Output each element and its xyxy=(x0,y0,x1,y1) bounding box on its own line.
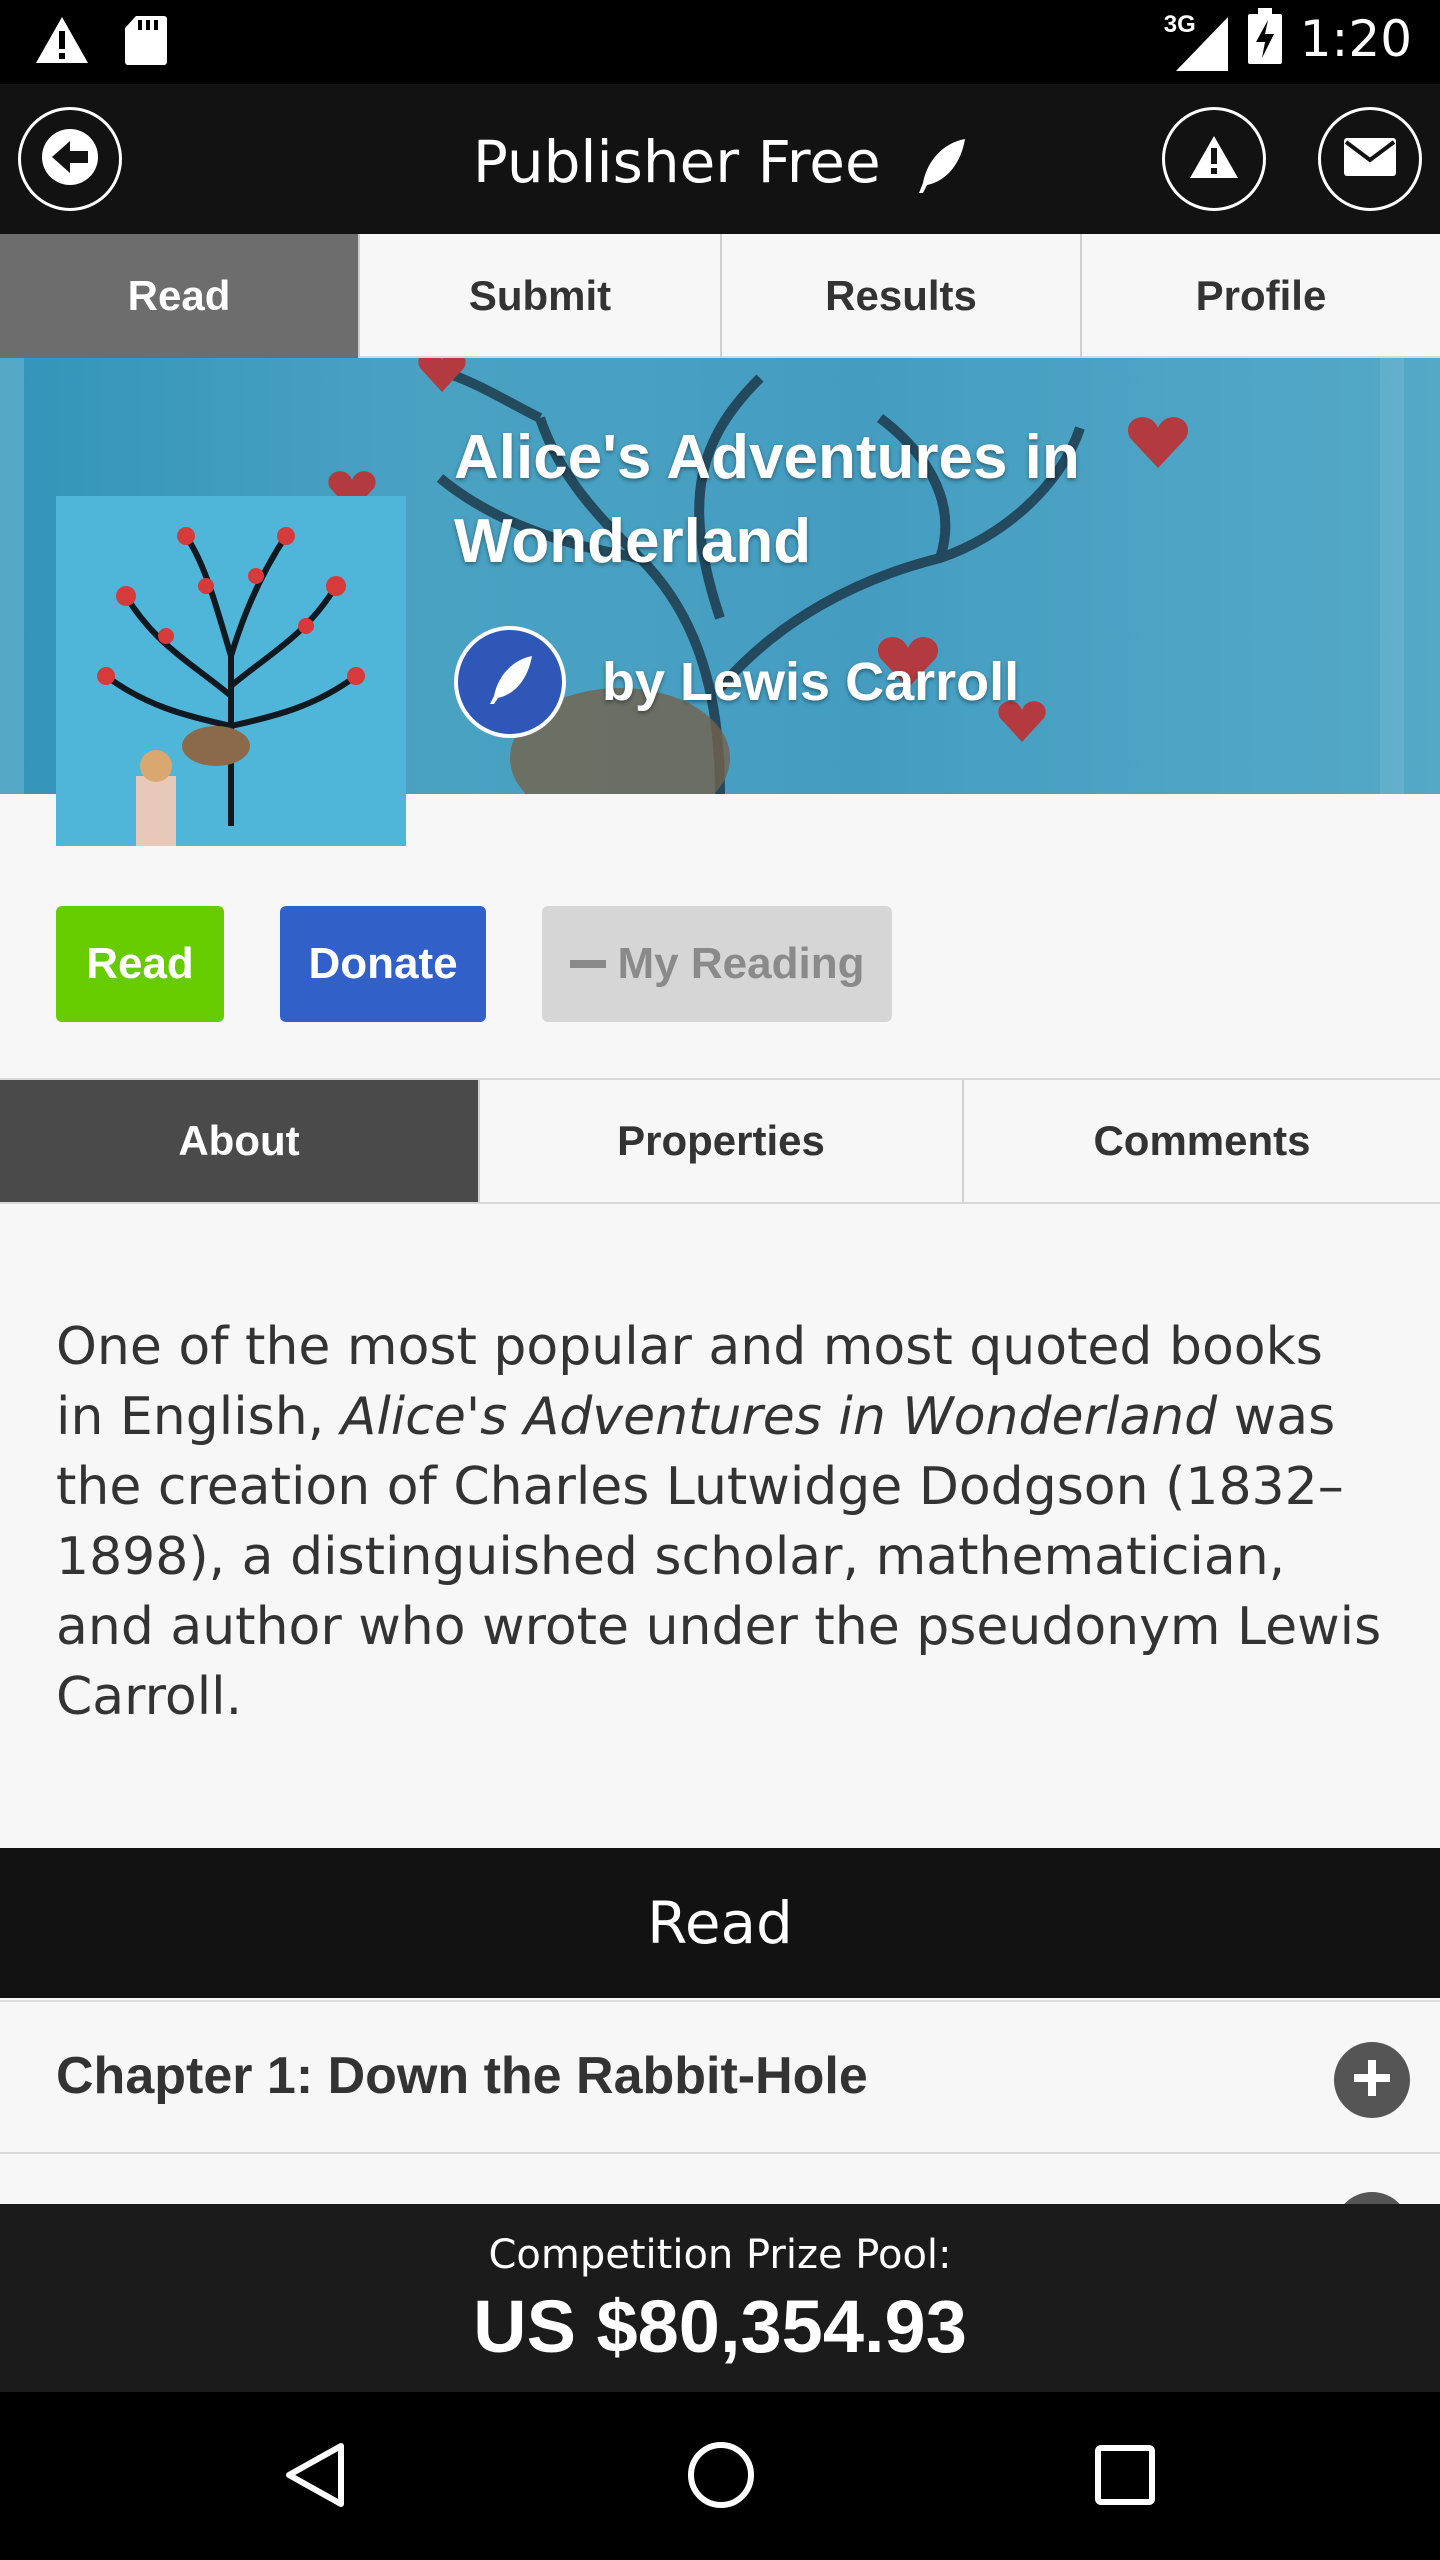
plus-icon xyxy=(1350,2056,1394,2105)
prize-pool-banner: Competition Prize Pool: US $80,354.93 xyxy=(0,2204,1440,2392)
read-button[interactable]: Read xyxy=(56,906,224,1022)
author-row[interactable]: by Lewis Carroll xyxy=(454,626,1019,738)
tab-comments[interactable]: Comments xyxy=(964,1080,1440,1202)
quill-icon xyxy=(482,652,538,713)
expand-chapter-button[interactable] xyxy=(1334,2042,1410,2118)
back-triangle-icon xyxy=(283,2440,347,2515)
status-bar: 3G 1:20 xyxy=(0,0,1440,84)
alert-button[interactable] xyxy=(1162,107,1266,211)
about-text-italic-title: Alice's Adventures in Wonderland xyxy=(340,1387,1218,1447)
mail-icon xyxy=(1344,137,1396,181)
prize-pool-value: US $80,354.93 xyxy=(473,2285,967,2368)
chapter-row-partial[interactable] xyxy=(0,2156,1440,2268)
my-reading-label: My Reading xyxy=(617,939,865,988)
alert-icon xyxy=(1188,134,1240,185)
author-avatar[interactable] xyxy=(454,626,566,738)
book-actions: Read Donate My Reading xyxy=(56,906,892,1022)
tab-properties[interactable]: Properties xyxy=(480,1080,964,1202)
book-detail-tabs: About Properties Comments xyxy=(0,1078,1440,1204)
battery-icon xyxy=(1247,8,1282,69)
prize-pool-label: Competition Prize Pool: xyxy=(488,2232,952,2278)
warning-icon xyxy=(34,15,90,70)
author-name[interactable]: by Lewis Carroll xyxy=(602,651,1019,713)
read-section-header: Read xyxy=(0,1848,1440,1998)
home-circle-icon xyxy=(686,2440,756,2515)
app-bar: Publisher Free xyxy=(0,84,1440,234)
tab-results[interactable]: Results xyxy=(722,234,1082,358)
donate-button[interactable]: Donate xyxy=(280,906,486,1022)
nav-back-button[interactable] xyxy=(270,2432,360,2522)
cover-illustration xyxy=(56,496,406,846)
nav-home-button[interactable] xyxy=(676,2432,766,2522)
status-time: 1:20 xyxy=(1299,9,1412,68)
tab-profile[interactable]: Profile xyxy=(1082,234,1440,358)
main-tabs: Read Submit Results Profile xyxy=(0,234,1440,358)
book-title: Alice's Adventures in Wonderland xyxy=(454,423,1080,576)
tab-submit[interactable]: Submit xyxy=(360,234,722,358)
recents-square-icon xyxy=(1093,2443,1157,2512)
my-reading-button[interactable]: My Reading xyxy=(542,906,892,1022)
tab-read[interactable]: Read xyxy=(0,234,360,358)
system-nav-bar xyxy=(0,2392,1440,2560)
chapter-row[interactable]: Chapter 1: Down the Rabbit-Hole xyxy=(0,2000,1440,2154)
tab-about[interactable]: About xyxy=(0,1080,480,1202)
nav-recents-button[interactable] xyxy=(1080,2432,1170,2522)
about-description: One of the most popular and most quoted … xyxy=(56,1312,1386,1732)
app-title-text: Publisher Free xyxy=(472,128,881,196)
book-cover-image xyxy=(56,496,406,846)
mail-button[interactable] xyxy=(1318,107,1422,211)
signal-icon: 3G xyxy=(1164,9,1230,71)
chapter-title[interactable]: Chapter 1: Down the Rabbit-Hole xyxy=(56,2046,868,2106)
quill-icon xyxy=(899,128,967,196)
minus-icon xyxy=(569,960,606,968)
sd-card-icon xyxy=(124,14,168,71)
